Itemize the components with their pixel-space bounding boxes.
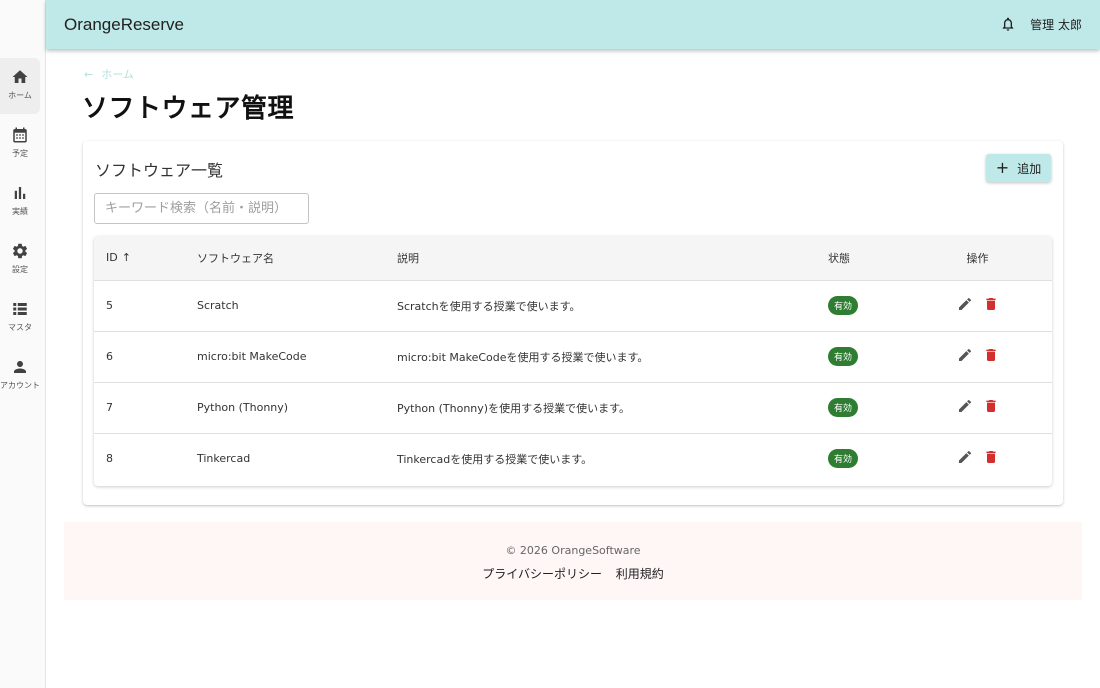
- sidebar-item-account[interactable]: アカウント: [0, 348, 40, 404]
- cell-actions: [903, 280, 1052, 331]
- delete-icon[interactable]: [983, 347, 999, 363]
- software-table: ID ↑ ソフトウェア名 説明 状態 操作 5 Scratch Scratchを使…: [94, 236, 1052, 486]
- delete-icon[interactable]: [983, 398, 999, 414]
- cell-description: micro:bit MakeCodeを使用する授業で使います。: [397, 350, 649, 364]
- table-header-row: ID ↑ ソフトウェア名 説明 状態 操作: [94, 236, 1052, 280]
- home-icon: [12, 70, 28, 83]
- bar-chart-icon: [14, 187, 26, 199]
- gear-icon: [12, 243, 28, 259]
- software-list-card: ソフトウェア一覧 + 追加 ID ↑ ソフトウェア名 説明 状態 操作 5: [83, 141, 1063, 505]
- cell-status: 有効: [816, 331, 903, 382]
- back-arrow-icon: ←: [84, 67, 94, 81]
- page-title: ソフトウェア管理: [82, 94, 295, 124]
- sidebar-item-results[interactable]: 実績: [0, 174, 40, 230]
- terms-link[interactable]: 利用規約: [616, 567, 664, 581]
- cell-name: micro:bit MakeCode: [197, 350, 307, 363]
- notification-bell-icon[interactable]: [1000, 16, 1018, 34]
- footer-links: プライバシーポリシー 利用規約: [64, 565, 1082, 582]
- status-badge: 有効: [828, 296, 859, 315]
- copyright-text: © 2026 OrangeSoftware: [505, 544, 641, 557]
- sidebar-item-label: 実績: [12, 207, 28, 216]
- sidebar-item-home[interactable]: ホーム: [0, 58, 40, 114]
- sort-ascending-icon[interactable]: ↑: [122, 251, 131, 264]
- sidebar-item-master[interactable]: マスタ: [0, 290, 40, 346]
- privacy-policy-link[interactable]: プライバシーポリシー: [482, 567, 602, 581]
- cell-name: Tinkercad: [197, 452, 251, 466]
- cell-name: Scratch: [197, 299, 239, 312]
- calendar-icon: [13, 127, 27, 143]
- table-row: 6 micro:bit MakeCode micro:bit MakeCodeを…: [94, 331, 1052, 382]
- delete-icon[interactable]: [983, 296, 999, 312]
- column-header-id-label: ID: [106, 251, 118, 265]
- cell-status: 有効: [816, 280, 903, 331]
- sidebar-item-schedule[interactable]: 予定: [0, 116, 40, 172]
- sidebar: ホーム 予定 実績 設定 マスタ アカウント: [0, 0, 46, 688]
- status-badge: 有効: [828, 398, 859, 417]
- cell-actions: [903, 331, 1052, 382]
- cell-id: 7: [106, 401, 113, 414]
- edit-icon[interactable]: [957, 296, 973, 312]
- cell-actions: [903, 433, 1052, 484]
- person-icon: [14, 361, 26, 373]
- cell-status: 有効: [816, 433, 903, 484]
- app-bar: OrangeReserve 管理 太郎: [46, 0, 1100, 49]
- cell-id: 5: [106, 299, 113, 312]
- status-badge: 有効: [828, 449, 859, 469]
- edit-icon[interactable]: [957, 347, 973, 363]
- column-header-description[interactable]: 説明: [385, 236, 816, 280]
- cell-description: Python (Thonny)を使用する授業で使います。: [397, 401, 630, 415]
- table-row: 8 Tinkercad Tinkercadを使用する授業で使います。 有効: [94, 433, 1052, 484]
- list-icon: [13, 303, 27, 315]
- search-input[interactable]: [94, 193, 309, 224]
- footer: © 2026 OrangeSoftware プライバシーポリシー 利用規約: [64, 522, 1082, 600]
- sidebar-item-label: 予定: [12, 149, 28, 158]
- cell-description: Scratchを使用する授業で使います。: [397, 299, 581, 313]
- column-header-actions: 操作: [966, 251, 989, 265]
- card-title: ソフトウェア一覧: [95, 161, 224, 180]
- column-header-status[interactable]: 状態: [816, 236, 903, 280]
- cell-id: 8: [106, 452, 113, 466]
- table-row: 7 Python (Thonny) Python (Thonny)を使用する授業…: [94, 382, 1052, 433]
- column-header-id[interactable]: ID ↑: [94, 236, 185, 280]
- cell-actions: [903, 382, 1052, 433]
- user-name[interactable]: 管理 太郎: [1030, 16, 1082, 33]
- sidebar-item-settings[interactable]: 設定: [0, 232, 40, 288]
- column-header-name[interactable]: ソフトウェア名: [185, 236, 385, 280]
- table-row: 5 Scratch Scratchを使用する授業で使います。 有効: [94, 280, 1052, 331]
- delete-icon[interactable]: [983, 449, 999, 465]
- cell-name: Python (Thonny): [197, 401, 289, 414]
- app-title[interactable]: OrangeReserve: [64, 15, 184, 35]
- sidebar-item-label: ホーム: [8, 91, 32, 100]
- breadcrumb-home-link[interactable]: ホーム: [101, 66, 134, 82]
- sidebar-item-label: マスタ: [8, 323, 32, 332]
- status-badge: 有効: [828, 347, 859, 366]
- cell-id: 6: [106, 350, 113, 363]
- add-button-label: 追加: [1017, 161, 1042, 176]
- edit-icon[interactable]: [957, 398, 973, 414]
- sidebar-item-label: 設定: [12, 265, 28, 274]
- add-button[interactable]: + 追加: [986, 154, 1051, 182]
- edit-icon[interactable]: [957, 449, 973, 465]
- sidebar-item-label: アカウント: [0, 381, 40, 390]
- breadcrumb[interactable]: ← ホーム: [84, 66, 134, 82]
- cell-status: 有効: [816, 382, 903, 433]
- cell-description: Tinkercadを使用する授業で使います。: [397, 452, 593, 466]
- plus-icon: +: [995, 158, 1010, 177]
